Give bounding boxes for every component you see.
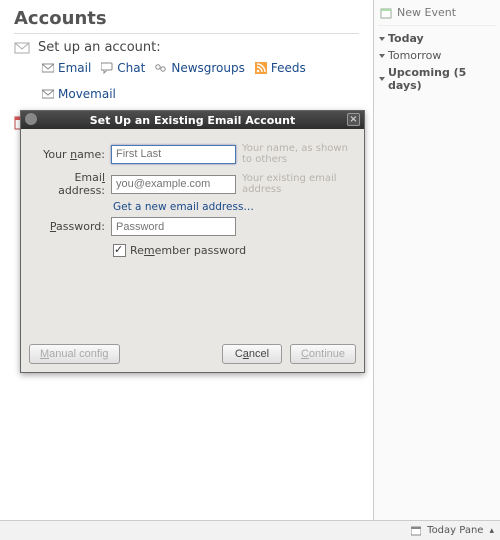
manual-config-button[interactable]: Manual config — [29, 344, 120, 364]
new-event-icon — [380, 7, 392, 19]
your-name-label: Your name: — [31, 148, 105, 161]
chevron-down-icon — [379, 37, 385, 41]
dialog-titlebar: Set Up an Existing Email Account × — [21, 111, 364, 129]
today-pane-toggle[interactable]: Today Pane — [427, 525, 483, 536]
manual-config-label: Manual config — [40, 348, 109, 360]
envelope-icon — [14, 40, 30, 56]
continue-label: Continue — [301, 348, 345, 360]
link-chat-label: Chat — [117, 61, 145, 75]
chevron-up-icon[interactable]: ▴ — [489, 526, 494, 536]
link-newsgroups[interactable]: Newsgroups — [155, 61, 245, 75]
close-button[interactable]: × — [347, 113, 360, 126]
remember-password-label: Remember password — [130, 244, 246, 257]
email-setup-dialog: Set Up an Existing Email Account × Your … — [20, 110, 365, 373]
row-email: Email address: Your existing email addre… — [31, 171, 354, 197]
setup-account-title: Set up an account: — [38, 40, 359, 55]
newsgroup-icon — [155, 62, 167, 74]
email-hint: Your existing email address — [242, 173, 354, 195]
email-icon — [42, 62, 54, 74]
page-title: Accounts — [14, 8, 359, 34]
cancel-label: Cancel — [235, 348, 269, 360]
chevron-down-icon — [379, 54, 385, 58]
dialog-title: Set Up an Existing Email Account — [90, 114, 295, 127]
row-password: Password: — [31, 217, 354, 236]
your-name-hint: Your name, as shown to others — [242, 143, 354, 165]
chevron-down-icon — [379, 77, 385, 81]
side-tomorrow-label: Tomorrow — [388, 49, 441, 62]
new-event-label: New Event — [397, 6, 456, 19]
app-icon — [25, 113, 37, 125]
cancel-button[interactable]: Cancel — [222, 344, 282, 364]
movemail-icon — [42, 88, 54, 100]
remember-password-checkbox[interactable] — [113, 244, 126, 257]
row-your-name: Your name: Your name, as shown to others — [31, 143, 354, 165]
account-links: Email Chat Newsgroups Feeds Movemail — [38, 61, 359, 101]
email-label: Email address: — [31, 171, 105, 197]
dialog-body: Your name: Your name, as shown to others… — [21, 129, 364, 338]
link-movemail[interactable]: Movemail — [42, 87, 116, 101]
link-email-label: Email — [58, 61, 91, 75]
side-today-label: Today — [388, 32, 424, 45]
link-newsgroups-label: Newsgroups — [171, 61, 245, 75]
calendar-small-icon — [411, 526, 421, 536]
feeds-icon — [255, 62, 267, 74]
side-upcoming[interactable]: Upcoming (5 days) — [378, 64, 496, 94]
link-chat[interactable]: Chat — [101, 61, 145, 75]
dialog-button-row: Manual config Cancel Continue — [21, 338, 364, 372]
setup-account-section: Set up an account: Email Chat Newsgroups… — [14, 40, 359, 101]
remember-password-row[interactable]: Remember password — [31, 244, 354, 257]
events-side-panel: New Event Today Tomorrow Upcoming (5 day… — [374, 0, 500, 540]
email-input[interactable] — [111, 175, 236, 194]
link-feeds-label: Feeds — [271, 61, 306, 75]
your-name-input[interactable] — [111, 145, 236, 164]
password-input[interactable] — [111, 217, 236, 236]
get-new-email-link[interactable]: Get a new email address… — [31, 201, 354, 213]
link-feeds[interactable]: Feeds — [255, 61, 306, 75]
side-upcoming-label: Upcoming (5 days) — [388, 66, 494, 92]
link-email[interactable]: Email — [42, 61, 91, 75]
continue-button[interactable]: Continue — [290, 344, 356, 364]
side-today[interactable]: Today — [378, 30, 496, 47]
new-event-button[interactable]: New Event — [378, 4, 496, 26]
chat-icon — [101, 62, 113, 74]
side-tomorrow[interactable]: Tomorrow — [378, 47, 496, 64]
link-movemail-label: Movemail — [58, 87, 116, 101]
password-label: Password: — [31, 220, 105, 233]
status-bar: Today Pane ▴ — [0, 520, 500, 540]
